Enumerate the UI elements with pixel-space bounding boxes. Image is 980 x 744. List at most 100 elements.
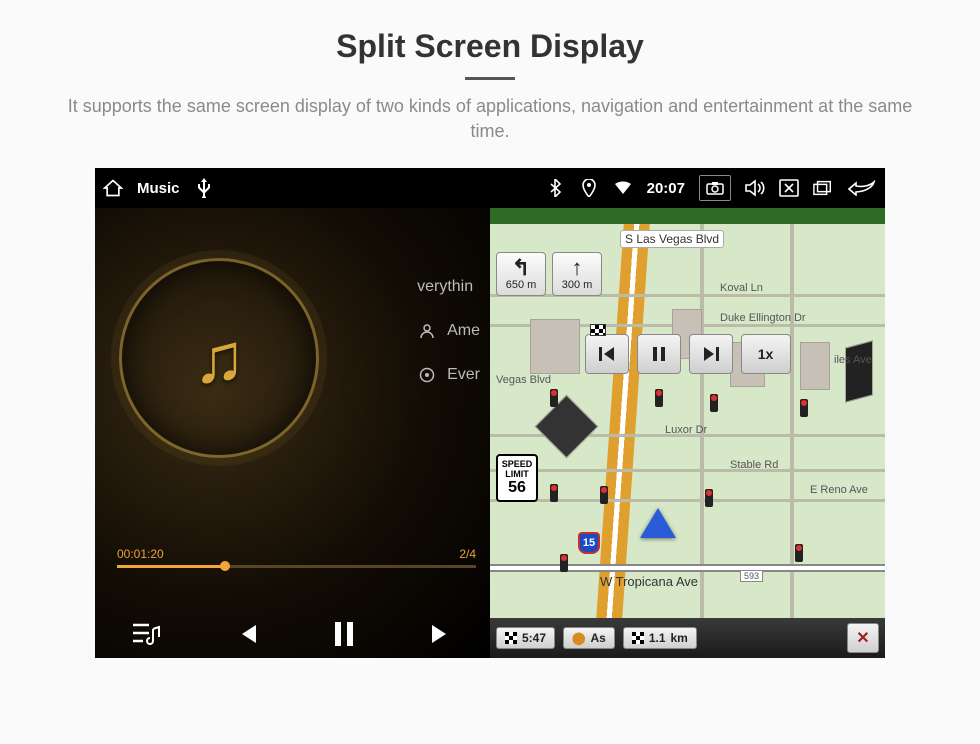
- track-row-artist[interactable]: Ame: [417, 322, 480, 340]
- track-row-album[interactable]: Ever: [417, 366, 480, 384]
- traffic-light-icon: [550, 389, 558, 407]
- road-label: iles Ave: [834, 354, 872, 366]
- flag-icon: [505, 632, 517, 644]
- track-title: verythin: [417, 278, 473, 296]
- road-horizontal: [490, 469, 885, 472]
- music-controls: [95, 620, 490, 648]
- traffic-light-icon: [710, 394, 718, 412]
- arrow-up-icon: ↑: [572, 257, 583, 279]
- road-label-top: S Las Vegas Blvd: [620, 230, 724, 248]
- vehicle-marker: [640, 508, 676, 538]
- nav-top-stripe: [490, 208, 885, 224]
- track-row-current[interactable]: verythin: [417, 278, 480, 296]
- page-subtitle: It supports the same screen display of t…: [60, 94, 920, 144]
- eta-chip[interactable]: 5:47: [496, 627, 555, 649]
- recent-apps-icon[interactable]: [813, 178, 833, 198]
- map-speed-button[interactable]: 1x: [741, 334, 791, 374]
- building-pyramid: [535, 395, 599, 459]
- album-art: ♫: [119, 258, 319, 458]
- road-vertical: [700, 224, 704, 618]
- volume-icon[interactable]: [745, 178, 765, 198]
- eta-value: 5:47: [522, 631, 546, 645]
- track-list: verythin Ame Ever: [417, 278, 480, 384]
- traffic-light-icon: [560, 554, 568, 572]
- prev-track-button[interactable]: [234, 621, 260, 647]
- arrow-left-icon: ↰: [512, 257, 530, 279]
- address-number: 593: [740, 570, 763, 582]
- map-next-button[interactable]: [689, 334, 733, 374]
- turn-primary: ↰ 650 m: [496, 252, 546, 296]
- speed-limit-value: 56: [498, 479, 536, 497]
- next-track-button[interactable]: [428, 621, 454, 647]
- screenshot-button[interactable]: [699, 175, 731, 201]
- map-prev-button[interactable]: [585, 334, 629, 374]
- building-dark: [845, 341, 873, 404]
- traffic-light-icon: [705, 489, 713, 507]
- progress-bar[interactable]: [117, 565, 476, 568]
- page-title: Split Screen Display: [0, 28, 980, 65]
- road-label: Duke Ellington Dr: [720, 312, 806, 324]
- distance-chip-2[interactable]: 1.1 km: [623, 627, 697, 649]
- distance-chip-1[interactable]: ⬤ As: [563, 627, 615, 649]
- artist-name: Ame: [447, 322, 480, 340]
- turn-secondary: ↑ 300 m: [552, 252, 602, 296]
- turn-secondary-dist: 300: [562, 279, 580, 291]
- nav-bottom-bar: 5:47 ⬤ As 1.1 km ✕: [490, 618, 885, 658]
- traffic-light-icon: [655, 389, 663, 407]
- usb-icon: [194, 178, 214, 198]
- progress-thumb[interactable]: [220, 561, 230, 571]
- road-label: Stable Rd: [730, 459, 778, 471]
- device-frame: Music 20:07: [95, 168, 885, 658]
- home-icon[interactable]: [103, 178, 123, 198]
- flag-icon: [632, 632, 644, 644]
- speed-limit-label: SPEED LIMIT: [498, 459, 536, 479]
- road-label-tropicana: W Tropicana Ave: [600, 574, 698, 589]
- track-index: 2/4: [459, 547, 476, 561]
- turn-primary-dist: 650: [506, 279, 524, 291]
- person-icon: [417, 323, 437, 339]
- close-app-icon[interactable]: [779, 178, 799, 198]
- navigation-pane: S Las Vegas Blvd Koval Ln Duke Ellington…: [490, 208, 885, 658]
- turn-guidance: ↰ 650 m ↑ 300 m: [496, 252, 602, 296]
- music-note-icon: ♫: [193, 318, 246, 398]
- progress-area: 00:01:20 2/4: [117, 547, 476, 568]
- road-label: Vegas Blvd: [496, 374, 551, 386]
- highway: [596, 224, 650, 618]
- back-icon[interactable]: [847, 178, 877, 198]
- disc-icon: [417, 367, 437, 383]
- title-underline: [465, 77, 515, 80]
- nav-close-button[interactable]: ✕: [847, 623, 879, 653]
- map-canvas[interactable]: S Las Vegas Blvd Koval Ln Duke Ellington…: [490, 224, 885, 618]
- road-vertical: [790, 224, 794, 618]
- active-app-label: Music: [137, 180, 180, 197]
- road-tropicana: [490, 564, 885, 572]
- distance-2-unit: km: [671, 631, 688, 645]
- map-pause-button[interactable]: [637, 334, 681, 374]
- destination-flag-icon: [590, 324, 606, 336]
- bolt-icon: ⬤: [572, 631, 585, 645]
- album-name: Ever: [447, 366, 480, 384]
- traffic-light-icon: [550, 484, 558, 502]
- turn-primary-unit: m: [527, 279, 536, 291]
- turn-secondary-unit: m: [583, 279, 592, 291]
- wifi-icon: [613, 178, 633, 198]
- building: [530, 319, 580, 374]
- clock: 20:07: [647, 180, 685, 197]
- pause-button[interactable]: [333, 620, 355, 648]
- road-label: Koval Ln: [720, 282, 763, 294]
- playlist-button[interactable]: [131, 621, 161, 647]
- elapsed-time: 00:01:20: [117, 547, 164, 561]
- building: [800, 342, 830, 390]
- road-label: Luxor Dr: [665, 424, 707, 436]
- traffic-light-icon: [800, 399, 808, 417]
- location-icon: [579, 178, 599, 198]
- speed-limit-sign: SPEED LIMIT 56: [496, 454, 538, 502]
- music-pane: ♫ verythin Ame Ever 00:01:20 2/4: [95, 208, 490, 658]
- distance-2-value: 1.1: [649, 631, 666, 645]
- distance-1-value: As: [590, 631, 605, 645]
- road-label: E Reno Ave: [810, 484, 868, 496]
- map-media-controls: 1x: [585, 334, 791, 374]
- traffic-light-icon: [795, 544, 803, 562]
- interstate-shield: 15: [578, 532, 600, 554]
- bluetooth-icon: [545, 178, 565, 198]
